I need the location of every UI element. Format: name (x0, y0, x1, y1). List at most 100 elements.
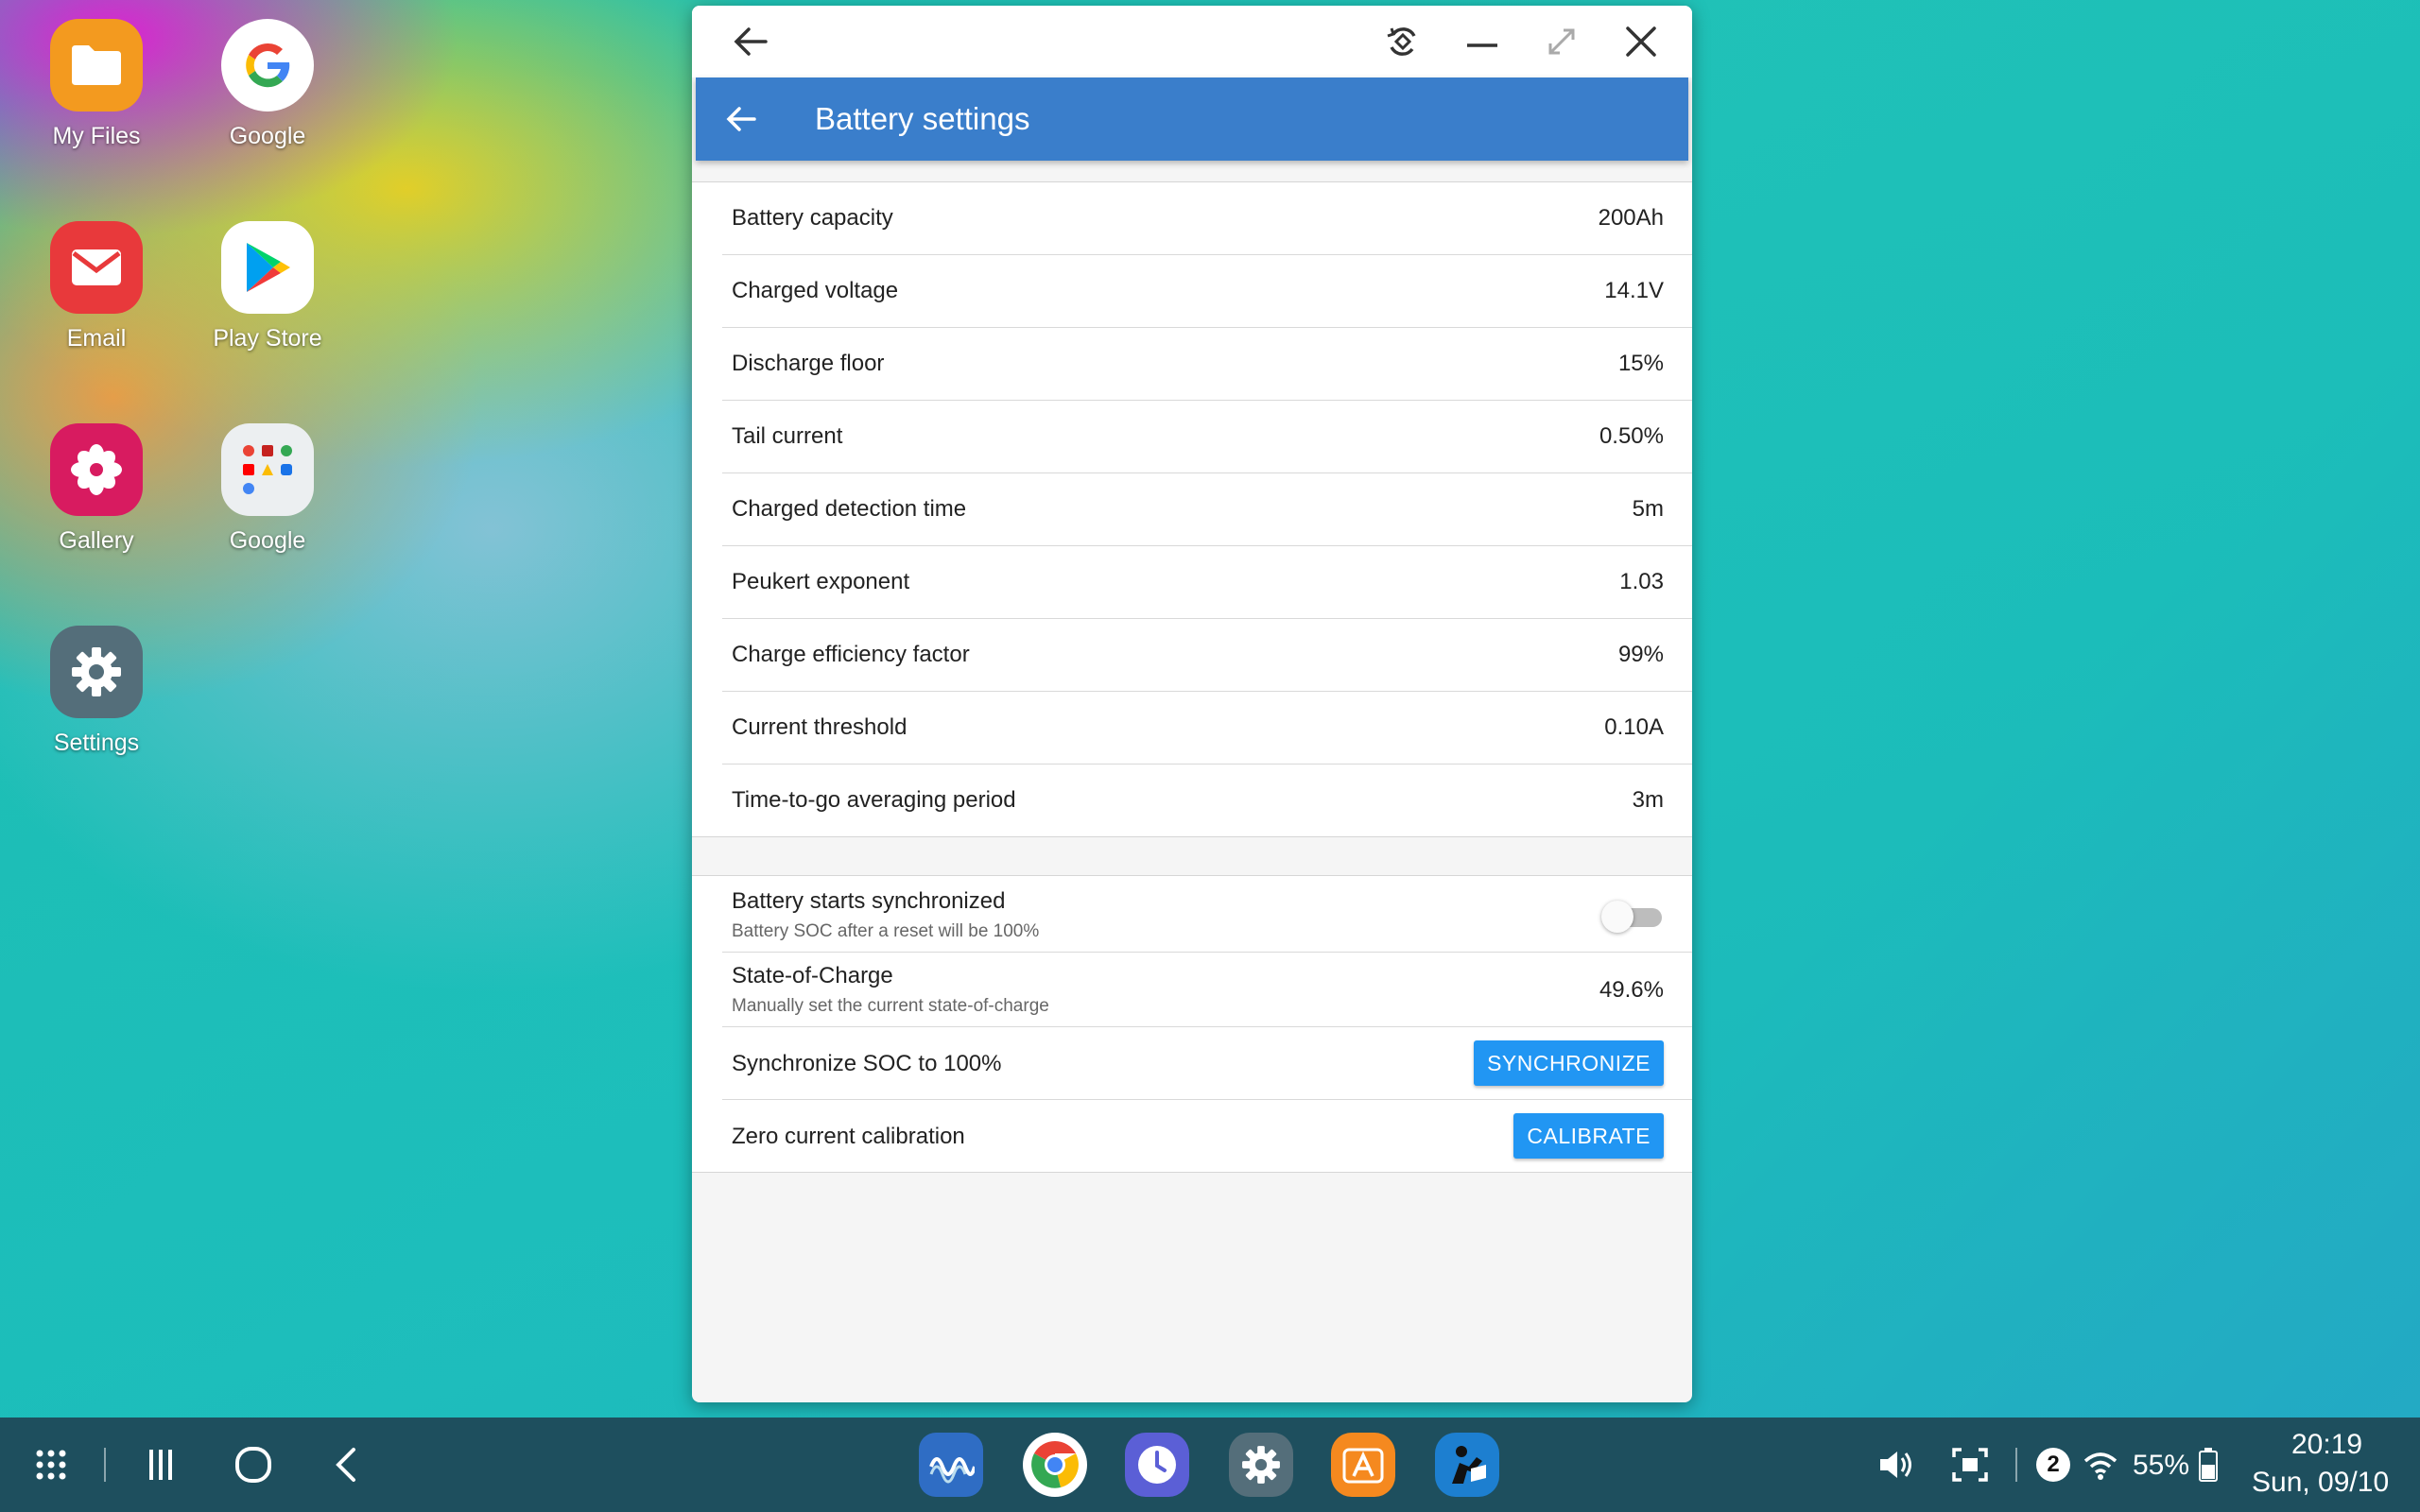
setting-value: 15% (1617, 351, 1664, 376)
setting-row[interactable]: Time-to-go averaging period 3m (722, 765, 1692, 836)
folder-icon (50, 19, 143, 112)
desktop-icon-play-store[interactable]: Play Store (182, 221, 353, 352)
volume-button[interactable] (1874, 1444, 1919, 1486)
setting-value: 99% (1617, 642, 1664, 667)
apps-grid-button[interactable] (28, 1442, 74, 1487)
setting-value: 5m (1632, 496, 1664, 522)
setting-row[interactable]: Charged voltage 14.1V (722, 255, 1692, 328)
setting-label: Tail current (732, 423, 843, 449)
state-of-charge-row[interactable]: State-of-Charge Manually set the current… (722, 953, 1692, 1027)
desktop-icon-email[interactable]: Email (11, 221, 182, 352)
back-button[interactable] (323, 1442, 369, 1487)
window-back-button[interactable] (726, 17, 775, 66)
clock-icon (1138, 1446, 1176, 1484)
setting-row[interactable]: Current threshold 0.10A (722, 692, 1692, 765)
dock-app-store[interactable] (1331, 1433, 1395, 1497)
desktop-icon-gallery[interactable]: Gallery (11, 423, 182, 555)
window-minimize-button[interactable] (1458, 17, 1507, 66)
chrome-icon (1031, 1440, 1079, 1488)
setting-row[interactable]: Charged detection time 5m (722, 473, 1692, 546)
taskbar: 2 55% 20:19 Sun, 09/10 (0, 1418, 2420, 1512)
envelope-icon (50, 221, 143, 314)
taskbar-divider (104, 1448, 106, 1482)
battery-actions-list: Battery starts synchronized Battery SOC … (692, 875, 1692, 1173)
battery-percent: 55% (2133, 1450, 2190, 1481)
app-folder-icon (221, 423, 314, 516)
window-maximize-button[interactable] (1537, 17, 1586, 66)
setting-label: Current threshold (732, 714, 908, 740)
battery-synchronized-row[interactable]: Battery starts synchronized Battery SOC … (722, 876, 1692, 953)
setting-label: Synchronize SOC to 100% (732, 1051, 1002, 1076)
setting-label: Charge efficiency factor (732, 642, 970, 667)
clock-time[interactable]: 20:19 (2291, 1429, 2362, 1461)
dock-app-kindle[interactable] (1435, 1433, 1499, 1497)
setting-value: 1.03 (1619, 569, 1664, 594)
desktop-icon-label: My Files (52, 123, 141, 149)
dock-app-chrome[interactable] (1023, 1433, 1087, 1497)
flower-icon (50, 423, 143, 516)
arrow-left-icon (734, 27, 768, 56)
setting-subtitle: Manually set the current state-of-charge (732, 996, 1049, 1016)
setting-row[interactable]: Charge efficiency factor 99% (722, 619, 1692, 692)
desktop-icon-google[interactable]: Google (182, 19, 353, 150)
notification-count: 2 (2047, 1452, 2060, 1477)
back-icon (336, 1448, 355, 1482)
setting-value: 200Ah (1598, 205, 1664, 231)
page-title: Battery settings (815, 101, 1030, 136)
setting-label: Zero current calibration (732, 1124, 965, 1149)
dock-app-settings[interactable] (1229, 1433, 1293, 1497)
play-store-icon (221, 221, 314, 314)
setting-row[interactable]: Peukert exponent 1.03 (722, 546, 1692, 619)
victron-connect-icon (929, 1457, 975, 1484)
volume-icon (1880, 1452, 1911, 1478)
notification-badge[interactable]: 2 (2036, 1448, 2070, 1482)
battery-settings-list: Battery capacity 200Ah Charged voltage 14.… (692, 181, 1692, 837)
desktop-icon-label: Gallery (59, 527, 134, 554)
window-close-button[interactable] (1616, 17, 1666, 66)
setting-row[interactable]: Tail current 0.50% (722, 401, 1692, 473)
dock-app-victron-connect[interactable] (919, 1433, 983, 1497)
setting-label: Charged detection time (732, 496, 967, 522)
battery-icon (2199, 1448, 2218, 1482)
appbar-back-button[interactable] (717, 94, 766, 144)
desktop-icon-google-folder[interactable]: Google (182, 423, 353, 555)
app-bar: Battery settings (696, 77, 1688, 161)
setting-value: 0.10A (1604, 714, 1664, 740)
desktop-icon-label: Google (229, 123, 306, 149)
battery-synchronized-toggle[interactable] (1601, 901, 1664, 933)
clock-date[interactable]: Sun, 09/10 (2252, 1467, 2389, 1499)
recents-button[interactable] (138, 1442, 183, 1487)
desktop-icon-my-files[interactable]: My Files (11, 19, 182, 150)
settings-icon (1242, 1446, 1280, 1484)
calibrate-button[interactable]: CALIBRATE (1513, 1113, 1664, 1159)
kindle-icon (1452, 1446, 1486, 1484)
window-rotate-button[interactable] (1378, 17, 1427, 66)
setting-label: Battery starts synchronized (732, 888, 1006, 914)
recents-icon (149, 1450, 172, 1480)
desktop-icon-label: Email (66, 325, 127, 352)
minimize-icon (1467, 43, 1497, 47)
screenshot-icon (1952, 1448, 1988, 1482)
synchronize-soc-row: Synchronize SOC to 100% SYNCHRONIZE (722, 1027, 1692, 1100)
taskbar-divider (2015, 1448, 2017, 1482)
wifi-status[interactable] (2080, 1446, 2121, 1484)
arrow-left-icon (726, 107, 756, 131)
setting-row[interactable]: Battery capacity 200Ah (722, 182, 1692, 255)
battery-settings-window: Battery settings Battery capacity 200Ah C… (692, 6, 1692, 1402)
battery-status (2197, 1446, 2220, 1484)
window-titlebar (692, 6, 1692, 77)
google-g-icon (221, 19, 314, 112)
setting-label: Time-to-go averaging period (732, 787, 1016, 813)
wifi-icon (2083, 1452, 2118, 1480)
setting-value: 49.6% (1599, 977, 1664, 1003)
gear-icon (50, 626, 143, 718)
screen-capture-button[interactable] (1947, 1444, 1993, 1486)
desktop-icon-settings[interactable]: Settings (11, 626, 182, 757)
home-button[interactable] (231, 1442, 276, 1487)
setting-label: Discharge floor (732, 351, 885, 376)
dock-app-clock[interactable] (1125, 1433, 1189, 1497)
apps-grid-icon (36, 1450, 66, 1480)
setting-row[interactable]: Discharge floor 15% (722, 328, 1692, 401)
synchronize-button[interactable]: SYNCHRONIZE (1474, 1040, 1664, 1086)
zero-current-calibration-row: Zero current calibration CALIBRATE (722, 1100, 1692, 1172)
